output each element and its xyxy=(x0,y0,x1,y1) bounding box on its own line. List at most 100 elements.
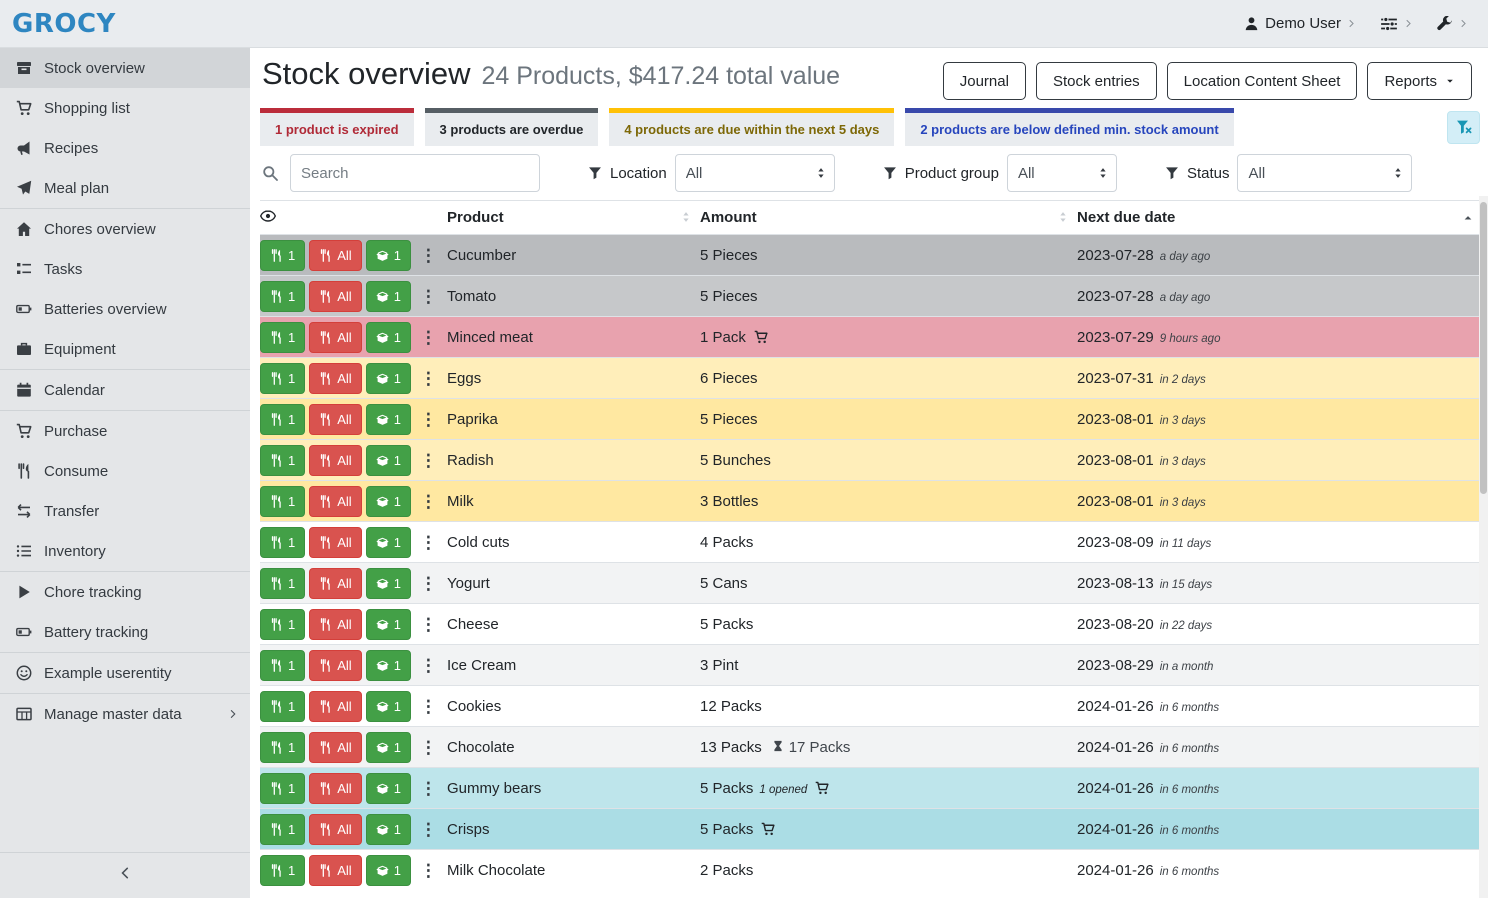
row-menu-icon[interactable]: ⋮ xyxy=(415,247,442,264)
sidebar-item-stock-overview[interactable]: Stock overview xyxy=(0,48,250,88)
sidebar-item-chores-overview[interactable]: Chores overview xyxy=(0,209,250,249)
open-one-button[interactable]: 1 xyxy=(366,568,411,599)
location-select[interactable]: All xyxy=(675,154,835,192)
consume-all-button[interactable]: All xyxy=(309,527,361,558)
consume-one-button[interactable]: 1 xyxy=(260,486,305,517)
consume-all-button[interactable]: All xyxy=(309,404,361,435)
consume-one-button[interactable]: 1 xyxy=(260,855,305,886)
sidebar-item-recipes[interactable]: Recipes xyxy=(0,128,250,168)
sidebar-item-tasks[interactable]: Tasks xyxy=(0,249,250,289)
consume-all-button[interactable]: All xyxy=(309,568,361,599)
consume-one-button[interactable]: 1 xyxy=(260,240,305,271)
sidebar-item-purchase[interactable]: Purchase xyxy=(0,411,250,451)
consume-all-button[interactable]: All xyxy=(309,691,361,722)
consume-all-button[interactable]: All xyxy=(309,445,361,476)
row-menu-icon[interactable]: ⋮ xyxy=(415,821,442,838)
row-menu-icon[interactable]: ⋮ xyxy=(415,452,442,469)
sidebar-item-example-userentity[interactable]: Example userentity xyxy=(0,653,250,693)
open-one-button[interactable]: 1 xyxy=(366,486,411,517)
eye-icon[interactable] xyxy=(260,208,276,224)
open-one-button[interactable]: 1 xyxy=(366,240,411,271)
consume-all-button[interactable]: All xyxy=(309,855,361,886)
settings-menu[interactable] xyxy=(1380,15,1413,33)
consume-one-button[interactable]: 1 xyxy=(260,691,305,722)
row-menu-icon[interactable]: ⋮ xyxy=(415,780,442,797)
consume-all-button[interactable]: All xyxy=(309,650,361,681)
sidebar-item-consume[interactable]: Consume xyxy=(0,451,250,491)
sidebar-item-equipment[interactable]: Equipment xyxy=(0,329,250,369)
consume-one-button[interactable]: 1 xyxy=(260,732,305,763)
journal-button[interactable]: Journal xyxy=(943,62,1026,100)
consume-one-button[interactable]: 1 xyxy=(260,568,305,599)
consume-all-button[interactable]: All xyxy=(309,732,361,763)
consume-all-button[interactable]: All xyxy=(309,240,361,271)
consume-one-button[interactable]: 1 xyxy=(260,650,305,681)
consume-all-button[interactable]: All xyxy=(309,773,361,804)
sidebar-item-calendar[interactable]: Calendar xyxy=(0,370,250,410)
consume-all-button[interactable]: All xyxy=(309,609,361,640)
search-input[interactable] xyxy=(290,154,540,192)
open-one-button[interactable]: 1 xyxy=(366,527,411,558)
consume-one-button[interactable]: 1 xyxy=(260,363,305,394)
sidebar-item-meal-plan[interactable]: Meal plan xyxy=(0,168,250,208)
row-menu-icon[interactable]: ⋮ xyxy=(415,288,442,305)
status-filter-overdue[interactable]: 3 products are overdue xyxy=(425,108,599,146)
reports-button[interactable]: Reports xyxy=(1367,62,1472,100)
open-one-button[interactable]: 1 xyxy=(366,732,411,763)
row-menu-icon[interactable]: ⋮ xyxy=(415,575,442,592)
scrollbar-thumb[interactable] xyxy=(1480,202,1487,494)
consume-all-button[interactable]: All xyxy=(309,363,361,394)
open-one-button[interactable]: 1 xyxy=(366,855,411,886)
clear-filters-button[interactable] xyxy=(1447,111,1480,144)
sidebar-item-inventory[interactable]: Inventory xyxy=(0,531,250,571)
open-one-button[interactable]: 1 xyxy=(366,691,411,722)
row-menu-icon[interactable]: ⋮ xyxy=(415,616,442,633)
column-header-product[interactable]: Product xyxy=(447,201,700,235)
sidebar-collapse-button[interactable] xyxy=(0,852,250,898)
row-menu-icon[interactable]: ⋮ xyxy=(415,698,442,715)
open-one-button[interactable]: 1 xyxy=(366,363,411,394)
admin-menu[interactable] xyxy=(1437,16,1468,32)
consume-one-button[interactable]: 1 xyxy=(260,814,305,845)
open-one-button[interactable]: 1 xyxy=(366,773,411,804)
column-header-next-due-date[interactable]: Next due date xyxy=(1077,201,1482,235)
open-one-button[interactable]: 1 xyxy=(366,281,411,312)
open-one-button[interactable]: 1 xyxy=(366,404,411,435)
grocy-logo[interactable]: GROCY xyxy=(12,9,116,39)
status-filter-below-min[interactable]: 2 products are below defined min. stock … xyxy=(905,108,1233,146)
status-select[interactable]: All xyxy=(1237,154,1412,192)
consume-one-button[interactable]: 1 xyxy=(260,445,305,476)
product-group-select[interactable]: All xyxy=(1007,154,1117,192)
row-menu-icon[interactable]: ⋮ xyxy=(415,739,442,756)
location-content-sheet-button[interactable]: Location Content Sheet xyxy=(1167,62,1358,100)
sidebar-item-batteries-overview[interactable]: Batteries overview xyxy=(0,289,250,329)
sidebar-item-manage-master-data[interactable]: Manage master data xyxy=(0,694,250,734)
consume-all-button[interactable]: All xyxy=(309,486,361,517)
sidebar-item-battery-tracking[interactable]: Battery tracking xyxy=(0,612,250,652)
consume-all-button[interactable]: All xyxy=(309,322,361,353)
user-menu[interactable]: Demo User xyxy=(1244,15,1356,32)
row-menu-icon[interactable]: ⋮ xyxy=(415,329,442,346)
sidebar-item-chore-tracking[interactable]: Chore tracking xyxy=(0,572,250,612)
consume-one-button[interactable]: 1 xyxy=(260,404,305,435)
sidebar-item-transfer[interactable]: Transfer xyxy=(0,491,250,531)
open-one-button[interactable]: 1 xyxy=(366,650,411,681)
row-menu-icon[interactable]: ⋮ xyxy=(415,493,442,510)
row-menu-icon[interactable]: ⋮ xyxy=(415,862,442,879)
status-filter-expired[interactable]: 1 product is expired xyxy=(260,108,414,146)
row-menu-icon[interactable]: ⋮ xyxy=(415,370,442,387)
column-header-amount[interactable]: Amount xyxy=(700,201,1077,235)
consume-one-button[interactable]: 1 xyxy=(260,609,305,640)
row-menu-icon[interactable]: ⋮ xyxy=(415,657,442,674)
status-filter-due-soon[interactable]: 4 products are due within the next 5 day… xyxy=(609,108,894,146)
consume-all-button[interactable]: All xyxy=(309,281,361,312)
open-one-button[interactable]: 1 xyxy=(366,322,411,353)
stock-entries-button[interactable]: Stock entries xyxy=(1036,62,1157,100)
open-one-button[interactable]: 1 xyxy=(366,609,411,640)
consume-one-button[interactable]: 1 xyxy=(260,322,305,353)
open-one-button[interactable]: 1 xyxy=(366,814,411,845)
consume-one-button[interactable]: 1 xyxy=(260,773,305,804)
row-menu-icon[interactable]: ⋮ xyxy=(415,534,442,551)
row-menu-icon[interactable]: ⋮ xyxy=(415,411,442,428)
consume-all-button[interactable]: All xyxy=(309,814,361,845)
